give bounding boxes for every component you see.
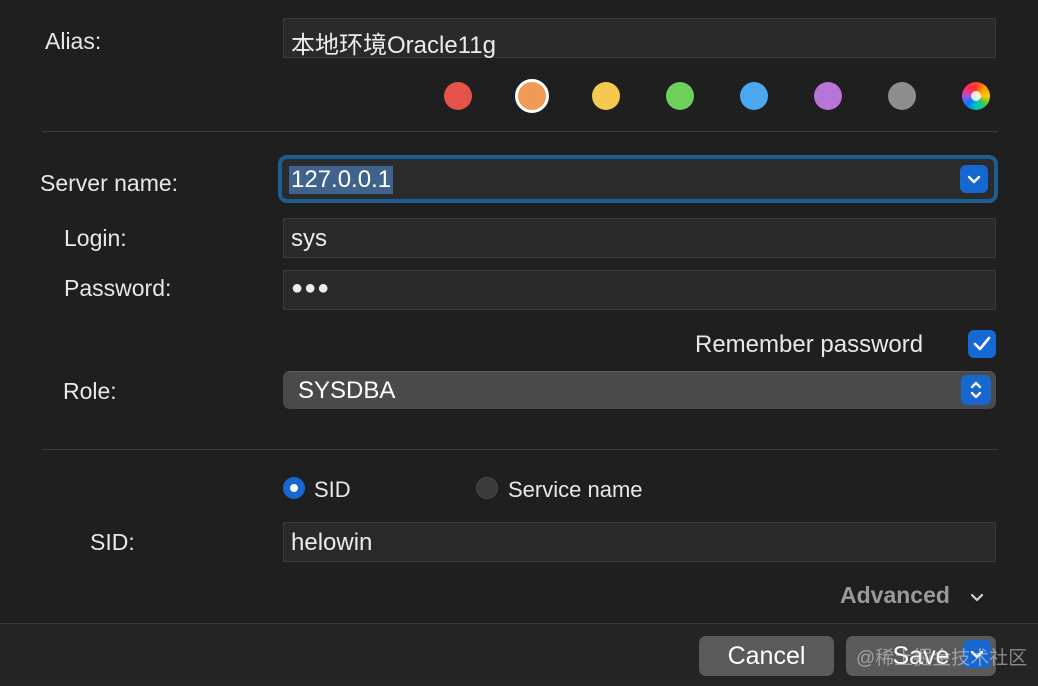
color-swatch-orange[interactable] (515, 79, 549, 113)
role-select[interactable]: SYSDBA (283, 371, 996, 409)
alias-label: Alias: (45, 28, 102, 54)
color-swatch-yellow[interactable] (592, 82, 620, 110)
server-name-combobox[interactable]: 127.0.0.1 (278, 155, 998, 203)
divider (42, 131, 998, 132)
server-name-value[interactable]: 127.0.0.1 (289, 166, 394, 194)
sid-label: SID: (90, 529, 135, 555)
sid-field[interactable]: helowin (283, 522, 996, 562)
login-field[interactable]: sys (283, 218, 996, 258)
advanced-label: Advanced (840, 582, 950, 608)
remember-password-label: Remember password (695, 331, 924, 358)
login-label: Login: (64, 225, 127, 251)
color-swatch-green[interactable] (666, 82, 694, 110)
remember-password-checkbox[interactable] (968, 330, 996, 358)
password-field[interactable]: ●●● (283, 270, 996, 310)
watermark: @稀土掘金技术社区 (856, 648, 1028, 669)
color-swatch-red[interactable] (444, 82, 472, 110)
updown-chevron-icon[interactable] (961, 375, 991, 405)
service-name-radio-label[interactable]: Service name (508, 477, 643, 503)
connection-dialog: Alias: 本地环境Oracle11g Server name: 127.0.… (0, 0, 1038, 686)
role-label: Role: (63, 378, 117, 404)
color-picker-icon[interactable] (962, 82, 990, 110)
color-swatch-gray[interactable] (888, 82, 916, 110)
sid-radio[interactable] (283, 477, 305, 499)
color-swatch-blue[interactable] (740, 82, 768, 110)
password-label: Password: (64, 275, 172, 301)
chevron-down-icon (971, 593, 984, 602)
chevron-down-icon[interactable] (960, 165, 988, 193)
color-swatch-purple[interactable] (814, 82, 842, 110)
role-value: SYSDBA (298, 377, 396, 404)
alias-field[interactable]: 本地环境Oracle11g (283, 18, 996, 59)
cancel-button[interactable]: Cancel (699, 636, 834, 676)
sid-radio-label[interactable]: SID (314, 477, 351, 503)
advanced-toggle[interactable]: Advanced (840, 582, 984, 609)
service-name-radio[interactable] (476, 477, 498, 499)
divider (42, 449, 998, 450)
server-name-label: Server name: (40, 170, 179, 196)
